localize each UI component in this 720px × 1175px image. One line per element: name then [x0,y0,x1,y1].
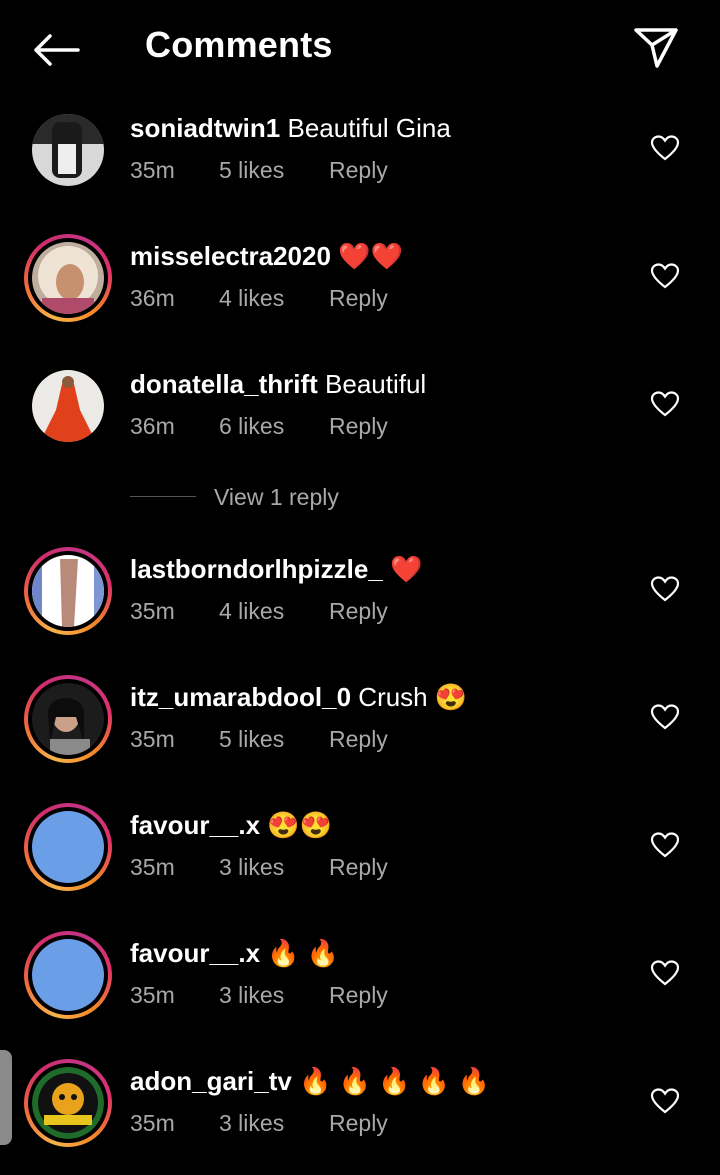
reply-button[interactable]: Reply [329,1109,388,1137]
reply-button[interactable]: Reply [329,725,388,753]
comment-emoji: 🔥 🔥 [267,938,340,968]
avatar-photo [32,370,104,442]
avatar[interactable] [24,234,112,322]
header-bar: Comments [0,0,720,100]
comment-emoji: ❤️❤️ [338,241,403,271]
avatar[interactable] [24,803,112,891]
avatar[interactable] [24,931,112,1019]
heart-icon[interactable] [650,134,680,162]
comment-item: lastborndorlhpizzle_ ❤️ 35m 4 likes Repl… [0,547,720,663]
back-button[interactable] [30,28,82,72]
avatar-photo [32,1067,104,1139]
comment-likes[interactable]: 5 likes [219,725,284,753]
comment-emoji: ❤️ [390,554,423,584]
comment-item: favour__.x 😍😍 35m 3 likes Reply [0,803,720,919]
comment-username[interactable]: donatella_thrift [130,369,318,399]
comment-likes[interactable]: 4 likes [219,284,284,312]
avatar-photo [32,683,104,755]
comment-username[interactable]: adon_gari_tv [130,1066,292,1096]
reply-button[interactable]: Reply [329,284,388,312]
comment-item: adon_gari_tv 🔥 🔥 🔥 🔥 🔥 35m 3 likes Reply [0,1059,720,1175]
comment-likes[interactable]: 3 likes [219,853,284,881]
comment-body: soniadtwin1 Beautiful Gina [130,112,451,144]
comment-emoji: 😍 [434,682,468,712]
comment-item: favour__.x 🔥 🔥 35m 3 likes Reply [0,931,720,1047]
comment-time: 36m [130,413,175,439]
comment-item: soniadtwin1 Beautiful Gina 35m 5 likes R… [0,112,720,222]
arrow-left-icon [34,34,80,66]
heart-icon[interactable] [650,959,680,987]
comment-time: 35m [130,982,175,1008]
comment-body: misselectra2020 ❤️❤️ [130,240,403,272]
comment-item: donatella_thrift Beautiful 36m 6 likes R… [0,368,720,478]
comment-likes[interactable]: 5 likes [219,156,284,184]
default-avatar [32,939,104,1011]
comment-time: 36m [130,285,175,311]
paper-plane-icon [634,28,678,68]
avatar[interactable] [24,675,112,763]
comment-body: lastborndorlhpizzle_ ❤️ [130,553,422,585]
view-replies-label[interactable]: View 1 reply [214,484,339,511]
comment-body: itz_umarabdool_0 Crush 😍 [130,681,467,713]
comment-item: misselectra2020 ❤️❤️ 36m 4 likes Reply [0,234,720,350]
page-title: Comments [145,24,333,65]
comment-body: adon_gari_tv 🔥 🔥 🔥 🔥 🔥 [130,1065,490,1097]
avatar[interactable] [24,1059,112,1147]
heart-icon[interactable] [650,262,680,290]
comment-username[interactable]: misselectra2020 [130,241,331,271]
default-avatar [32,811,104,883]
comment-text [383,554,390,584]
comment-text [292,1066,299,1096]
comment-likes[interactable]: 3 likes [219,981,284,1009]
comment-likes[interactable]: 3 likes [219,1109,284,1137]
comment-username[interactable]: favour__.x [130,810,260,840]
heart-icon[interactable] [650,390,680,418]
comment-body: donatella_thrift Beautiful [130,368,426,400]
heart-icon[interactable] [650,703,680,731]
avatar-photo [32,114,104,186]
comment-body: favour__.x 🔥 🔥 [130,937,339,969]
heart-icon[interactable] [650,1087,680,1115]
comment-text: Beautiful [317,369,427,399]
share-button[interactable] [630,24,682,72]
reply-button[interactable]: Reply [329,981,388,1009]
avatar-photo [32,242,104,314]
comment-emoji: 😍😍 [267,810,333,840]
reply-button[interactable]: Reply [329,597,388,625]
comment-text: Beautiful Gina [280,113,451,143]
comment-time: 35m [130,157,175,183]
reply-button[interactable]: Reply [329,853,388,881]
heart-icon[interactable] [650,575,680,603]
reply-button[interactable]: Reply [329,156,388,184]
comment-username[interactable]: soniadtwin1 [130,113,280,143]
comment-likes[interactable]: 4 likes [219,597,284,625]
comment-time: 35m [130,1110,175,1136]
divider [130,496,196,497]
reply-button[interactable]: Reply [329,412,388,440]
avatar-photo [32,555,104,627]
comment-item: itz_umarabdool_0 Crush 😍 35m 5 likes Rep… [0,675,720,791]
comment-username[interactable]: lastborndorlhpizzle_ [130,554,383,584]
comment-text: Crush [351,682,435,712]
avatar[interactable] [32,114,104,186]
comment-time: 35m [130,598,175,624]
comment-emoji: 🔥 🔥 🔥 🔥 🔥 [299,1066,490,1096]
avatar[interactable] [24,547,112,635]
comment-username[interactable]: itz_umarabdool_0 [130,682,351,712]
avatar[interactable] [32,370,104,442]
comment-time: 35m [130,854,175,880]
comment-likes[interactable]: 6 likes [219,412,284,440]
heart-icon[interactable] [650,831,680,859]
edge-panel-handle[interactable] [0,1050,12,1145]
comment-username[interactable]: favour__.x [130,938,260,968]
comment-body: favour__.x 😍😍 [130,809,332,841]
comment-time: 35m [130,726,175,752]
